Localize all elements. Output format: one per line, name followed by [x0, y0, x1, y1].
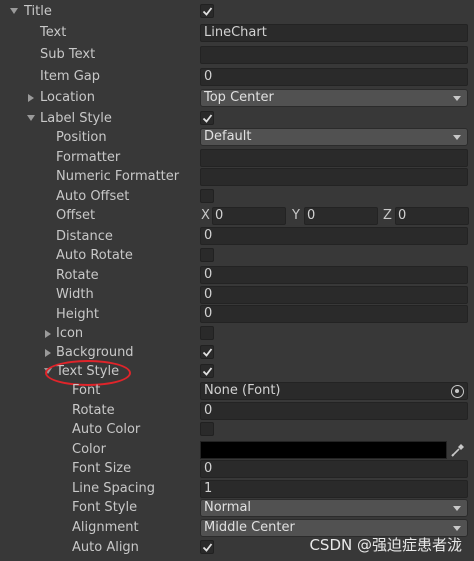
checkmark-icon	[202, 114, 213, 123]
label-style-foldout-icon[interactable]	[27, 115, 35, 121]
text-style-rotate-label: Rotate	[72, 403, 115, 418]
background-label: Background	[56, 345, 134, 360]
dropdown-arrow-icon	[453, 526, 461, 531]
checkmark-icon	[202, 543, 213, 552]
rotate-label: Rotate	[56, 268, 99, 283]
offset-x-field[interactable]: 0	[212, 207, 286, 225]
width-label: Width	[56, 287, 94, 302]
font-label: Font	[72, 383, 101, 398]
auto-offset-toggle[interactable]	[200, 189, 214, 203]
eyedropper-icon[interactable]	[450, 442, 466, 458]
background-toggle[interactable]	[200, 345, 214, 359]
formatter-label: Formatter	[56, 150, 121, 165]
location-foldout-icon[interactable]	[28, 94, 34, 102]
title-label: Title	[24, 4, 52, 19]
offset-y-label: Y	[292, 208, 300, 223]
line-spacing-field[interactable]: 1	[200, 480, 468, 498]
offset-label: Offset	[56, 208, 96, 223]
font-style-label: Font Style	[72, 500, 138, 515]
offset-z-field[interactable]: 0	[395, 207, 469, 225]
checkmark-icon	[202, 367, 213, 376]
auto-color-label: Auto Color	[72, 422, 141, 437]
offset-z-label: Z	[383, 208, 392, 223]
csdn-watermark: CSDN @强迫症患者泷	[309, 536, 462, 554]
font-object-field[interactable]: None (Font)	[200, 382, 468, 400]
text-field[interactable]: LineChart	[200, 24, 468, 42]
distance-field[interactable]: 0	[200, 227, 468, 245]
position-value: Default	[204, 129, 252, 144]
numeric-formatter-label: Numeric Formatter	[56, 169, 180, 184]
checkmark-icon	[202, 348, 213, 357]
title-foldout-icon[interactable]	[10, 8, 18, 14]
auto-align-toggle[interactable]	[200, 540, 214, 554]
label-style-toggle[interactable]	[200, 111, 214, 125]
line-spacing-label: Line Spacing	[72, 481, 155, 496]
text-label: Text	[40, 25, 67, 40]
offset-x-label: X	[201, 208, 210, 223]
object-picker-icon[interactable]	[451, 385, 464, 398]
label-style-label: Label Style	[40, 111, 112, 126]
auto-color-toggle[interactable]	[200, 422, 214, 436]
formatter-field[interactable]	[200, 149, 468, 167]
title-toggle[interactable]	[200, 4, 214, 18]
font-size-field[interactable]: 0	[200, 460, 468, 478]
item-gap-field[interactable]: 0	[200, 68, 468, 86]
width-field[interactable]: 0	[200, 286, 468, 304]
sub-text-label: Sub Text	[40, 47, 96, 62]
text-style-toggle[interactable]	[200, 364, 214, 378]
icon-toggle[interactable]	[200, 326, 214, 340]
font-style-value: Normal	[204, 500, 252, 515]
offset-y-field[interactable]: 0	[304, 207, 378, 225]
alignment-value: Middle Center	[204, 520, 295, 535]
color-swatch[interactable]	[200, 441, 447, 459]
text-style-rotate-field[interactable]: 0	[200, 402, 468, 420]
location-value: Top Center	[204, 90, 274, 105]
distance-label: Distance	[56, 229, 113, 244]
numeric-formatter-field[interactable]	[200, 168, 468, 186]
auto-rotate-toggle[interactable]	[200, 248, 214, 262]
auto-rotate-label: Auto Rotate	[56, 248, 133, 263]
icon-label: Icon	[56, 326, 84, 341]
height-label: Height	[56, 307, 99, 322]
dropdown-arrow-icon	[453, 506, 461, 511]
location-label: Location	[40, 90, 95, 105]
font-style-dropdown[interactable]: Normal	[200, 499, 468, 517]
height-field[interactable]: 0	[200, 305, 468, 323]
position-label: Position	[56, 130, 107, 145]
dropdown-arrow-icon	[453, 135, 461, 140]
position-dropdown[interactable]: Default	[200, 128, 468, 146]
font-size-label: Font Size	[72, 461, 132, 476]
icon-foldout-icon[interactable]	[45, 330, 51, 338]
rotate-field[interactable]: 0	[200, 266, 468, 284]
auto-offset-label: Auto Offset	[56, 189, 130, 204]
item-gap-label: Item Gap	[40, 69, 101, 84]
dropdown-arrow-icon	[453, 96, 461, 101]
auto-align-label: Auto Align	[72, 540, 139, 555]
location-dropdown[interactable]: Top Center	[200, 89, 468, 107]
alignment-label: Alignment	[72, 520, 139, 535]
color-label: Color	[72, 442, 106, 457]
background-foldout-icon[interactable]	[45, 349, 51, 357]
checkmark-icon	[202, 7, 213, 16]
sub-text-field[interactable]	[200, 46, 468, 64]
